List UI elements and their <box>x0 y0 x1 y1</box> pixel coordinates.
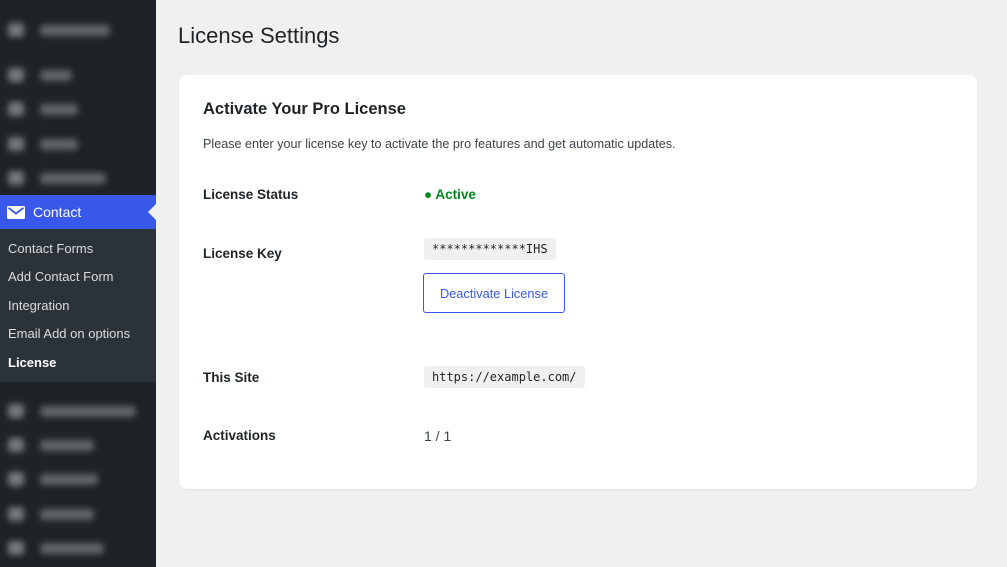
sidebar-item-blurred[interactable] <box>0 500 156 528</box>
card-title: Activate Your Pro License <box>203 100 406 118</box>
submenu-email-add-on-options[interactable]: Email Add on options <box>0 320 156 348</box>
submenu-add-contact-form[interactable]: Add Contact Form <box>0 263 156 291</box>
this-site-label: This Site <box>203 370 260 385</box>
submenu-integration[interactable]: Integration <box>0 292 156 320</box>
page-title: License Settings <box>178 23 340 48</box>
activations-value: 1 / 1 <box>424 428 452 444</box>
envelope-icon <box>7 205 25 219</box>
site-url-value: https://example.com/ <box>424 366 585 388</box>
sidebar-item-blurred[interactable] <box>0 16 156 44</box>
submenu-contact-forms[interactable]: Contact Forms <box>0 235 156 263</box>
sidebar-item-blurred[interactable] <box>0 95 156 123</box>
sidebar-item-blurred[interactable] <box>0 534 156 562</box>
sidebar-item-blurred[interactable] <box>0 465 156 493</box>
license-status-label: License Status <box>203 187 299 202</box>
sidebar-item-contact[interactable]: Contact <box>0 195 156 229</box>
sidebar-item-label: Contact <box>33 204 82 220</box>
deactivate-license-button[interactable]: Deactivate License <box>423 273 565 313</box>
sidebar-item-blurred[interactable] <box>0 431 156 459</box>
contact-submenu: Contact Forms Add Contact Form Integrati… <box>0 229 156 382</box>
sidebar-item-blurred[interactable] <box>0 164 156 192</box>
license-key-value: *************IHS <box>424 238 556 260</box>
admin-sidebar: Contact Contact Forms Add Contact Form I… <box>0 0 156 567</box>
sidebar-item-blurred[interactable] <box>0 61 156 89</box>
card-description: Please enter your license key to activat… <box>203 137 676 151</box>
license-status-badge: ● Active <box>424 187 476 202</box>
sidebar-item-blurred[interactable] <box>0 397 156 425</box>
submenu-license[interactable]: License <box>0 349 156 377</box>
sidebar-item-blurred[interactable] <box>0 130 156 158</box>
license-card: Activate Your Pro License Please enter y… <box>179 75 977 489</box>
current-menu-pointer <box>148 204 156 220</box>
license-key-label: License Key <box>203 246 282 261</box>
activations-label: Activations <box>203 428 276 443</box>
